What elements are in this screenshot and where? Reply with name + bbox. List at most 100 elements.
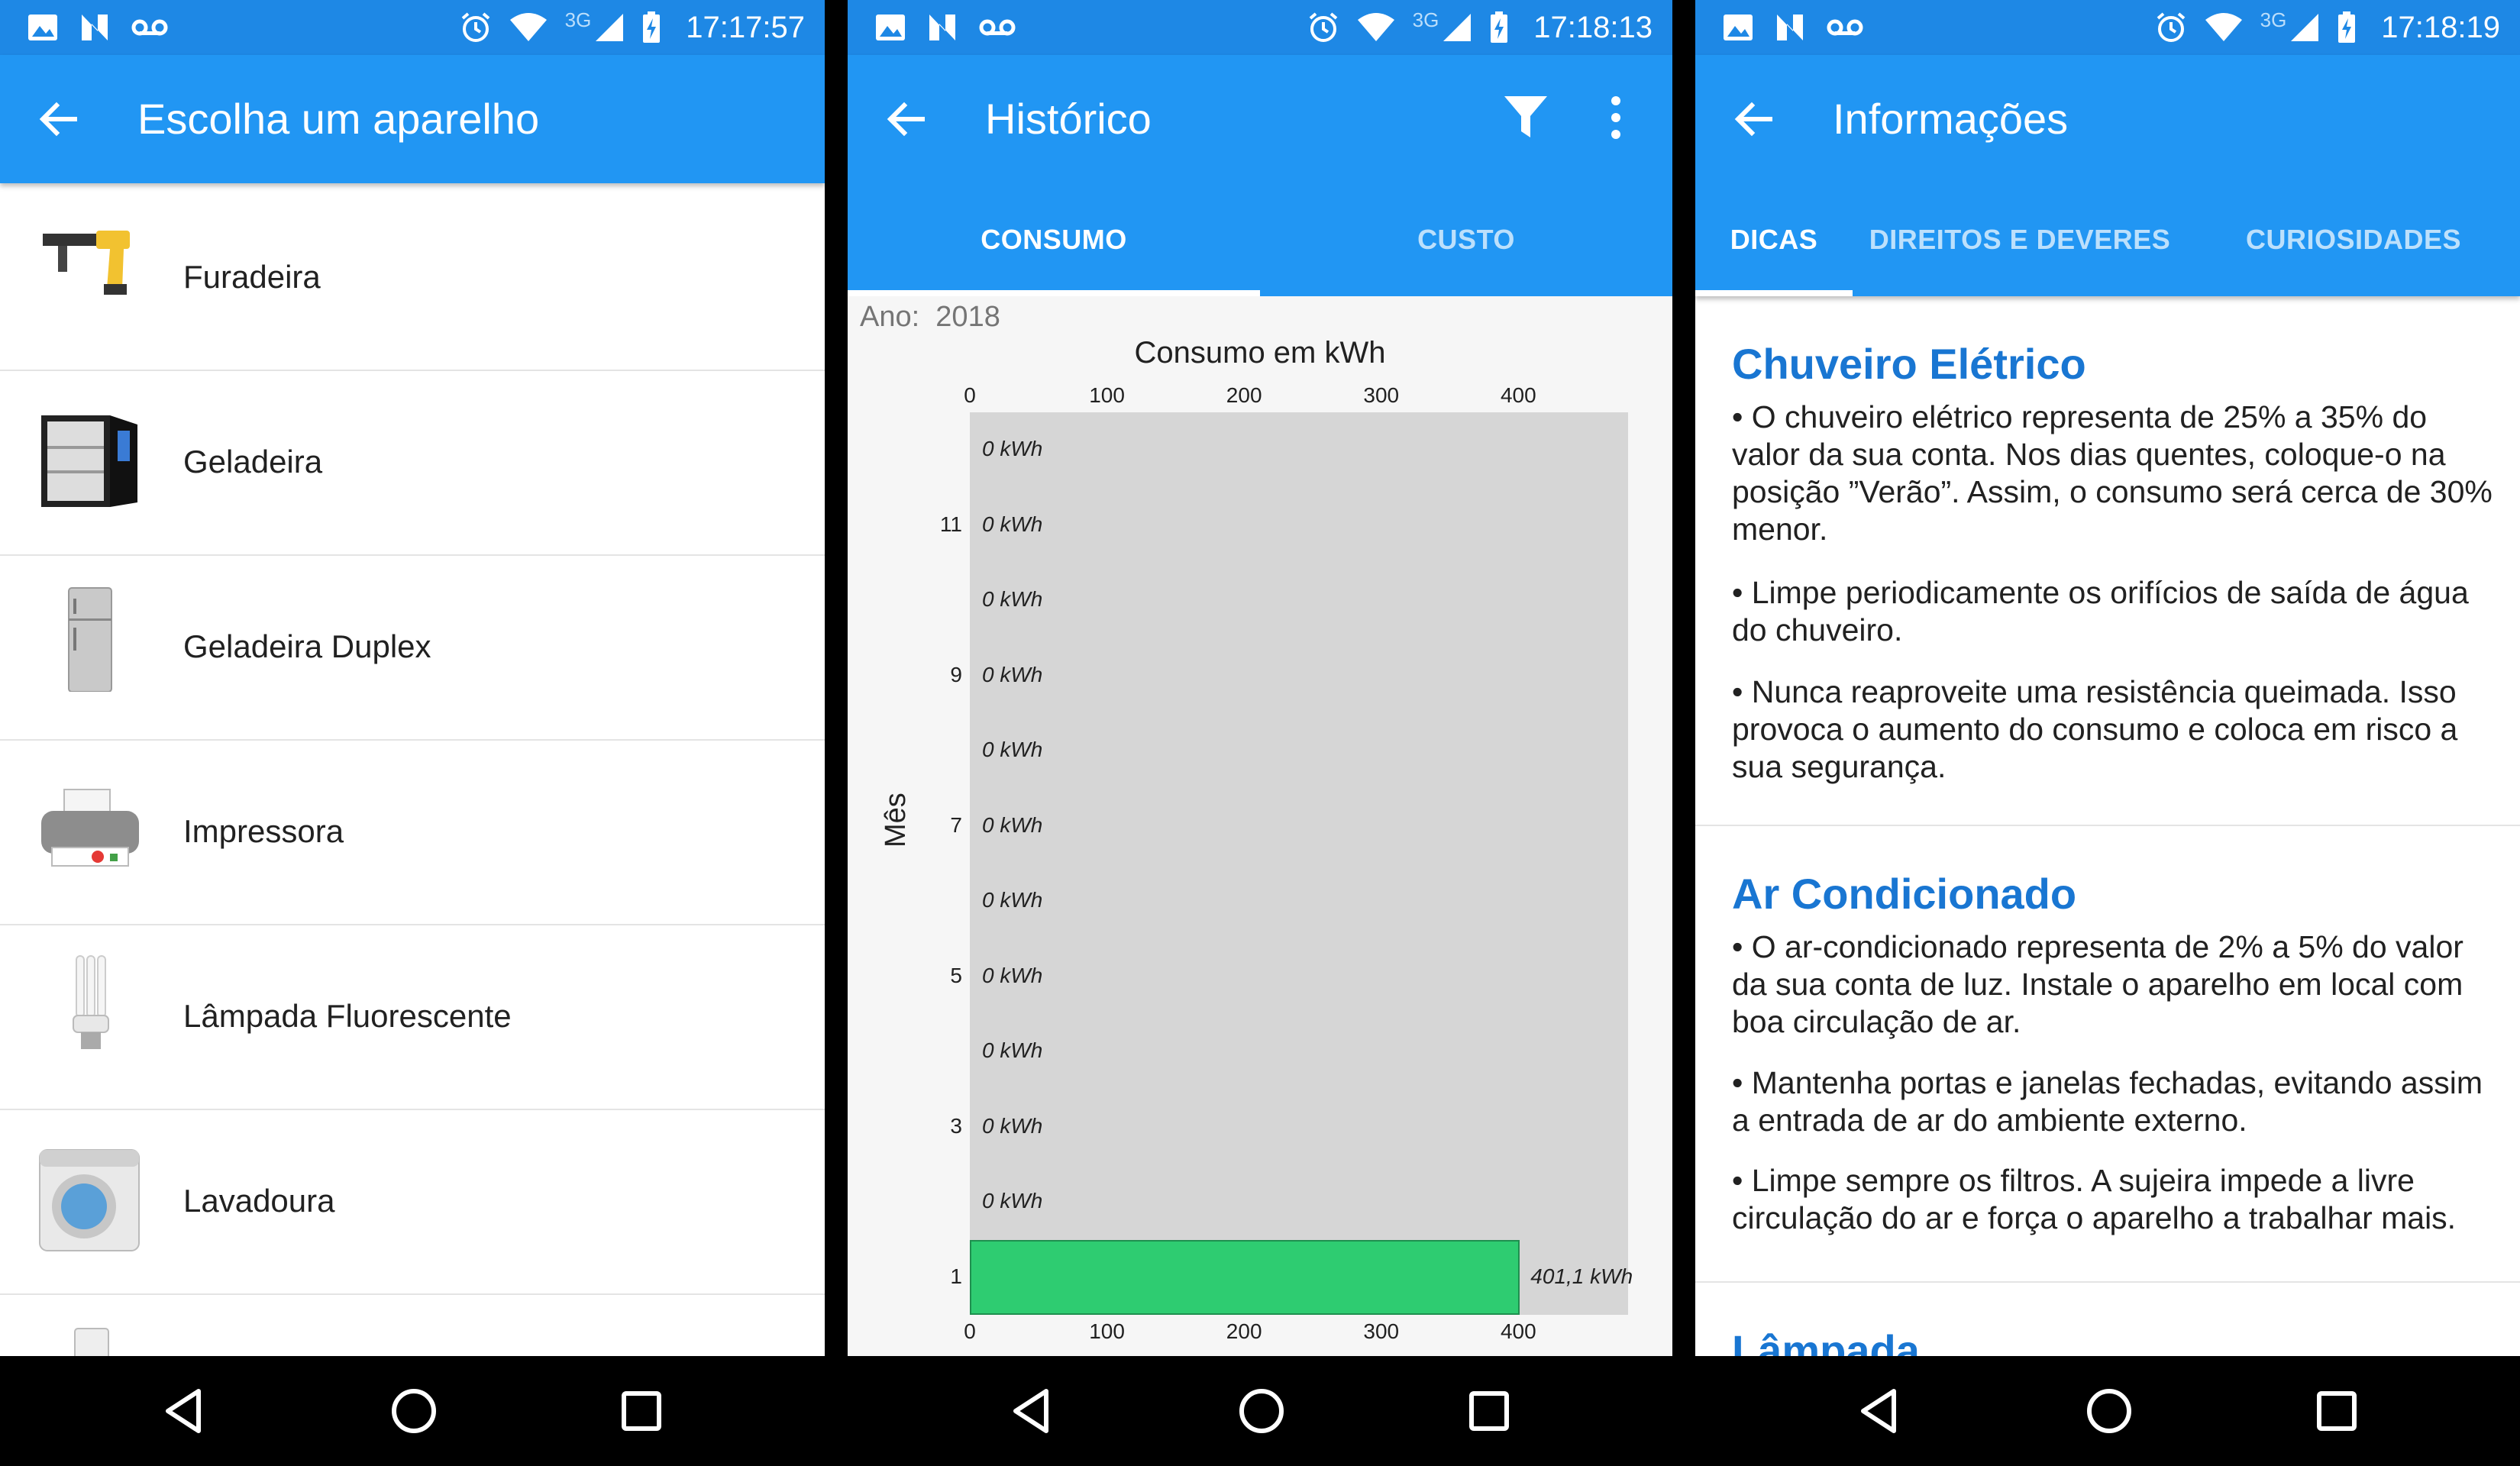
bar-value-label: 0 kWh [982,1189,1043,1213]
page-title: Escolha um aparelho [137,95,540,143]
x-tick-label-top: 200 [1226,383,1262,407]
bar-value-label: 0 kWh [982,963,1043,987]
n-icon [929,15,955,40]
x-tick-label-top: 300 [1363,383,1400,407]
item-label: Lâmpada Fluorescente [183,998,512,1034]
page-title: Informações [1833,95,2069,143]
item-label: Geladeira Duplex [183,628,431,664]
nav-home-icon[interactable] [389,1387,438,1435]
alarm-icon [461,12,489,42]
nav-back-icon[interactable] [1008,1387,1054,1435]
screen-history: 3G 17:18:13 Histórico CONSUMO CUSTO Ano:… [848,0,1672,1466]
tip-text: • O ar-condicionado representa de 2% a 5… [1732,929,2463,1039]
wifi-icon [1357,13,1394,41]
nav-recents-icon[interactable] [620,1390,663,1432]
chart-y-axis-label: Mês [880,793,912,848]
status-bar: 3G 17:18:13 [848,0,1672,55]
nav-recents-icon[interactable] [2315,1390,2358,1432]
tab-dicas[interactable]: DICAS [1695,183,1853,296]
filter-icon[interactable] [1503,93,1549,142]
network-type-label: 3G [564,8,592,31]
list-item[interactable]: Geladeira Duplex [0,554,825,741]
screen-choose-device: 3G 17:17:57 Escolha um aparelho Furadeir… [0,0,825,1466]
back-arrow-icon[interactable] [34,95,82,144]
list-item[interactable]: Lâmpada Fluorescente [0,924,825,1110]
voicemail-icon [1827,19,1863,36]
image-icon [28,15,57,40]
tab-curiosidades[interactable]: CURIOSIDADES [2187,183,2520,296]
tip-text: • Limpe periodicamente os orifícios de s… [1732,575,2469,647]
list-item[interactable]: Furadeira [0,185,825,371]
x-tick-label-top: 400 [1500,383,1536,407]
item-label: Impressora [183,813,344,849]
nav-home-icon[interactable] [2085,1387,2134,1435]
n-icon [82,15,108,40]
bar-value-label: 0 kWh [982,1038,1043,1063]
bar-value-label: 0 kWh [982,587,1043,612]
x-tick-label-top: 100 [1089,383,1125,407]
image-icon [1724,15,1753,40]
alarm-icon [2157,12,2185,42]
app-bar: Escolha um aparelho [0,55,825,183]
tip-text: • Limpe sempre os filtros. A sujeira imp… [1732,1163,2457,1235]
bar-month-1 [970,1239,1520,1315]
battery-charging-icon [1491,11,1508,43]
plot-background [970,412,1628,1315]
y-tick-label: 7 [950,812,962,837]
back-arrow-icon[interactable] [881,95,930,144]
fridge-icon [41,415,137,507]
chart-title: Consumo em kWh [1134,336,1386,370]
section-title: Ar Condicionado [1732,870,2077,918]
nav-back-icon[interactable] [160,1387,206,1435]
list-item[interactable]: Geladeira [0,370,825,556]
tip-section: Ar Condicionado • O ar-condicionado repr… [1695,826,2520,1283]
bar-value-label: 0 kWh [982,512,1043,536]
y-tick-label: 9 [950,662,962,686]
drill-icon [43,231,130,295]
status-bar: 3G 17:17:57 [0,0,825,55]
bar-value-label: 0 kWh [982,662,1043,686]
tab-custo[interactable]: CUSTO [1260,183,1672,296]
bar-value-label: 0 kWh [982,1113,1043,1138]
tip-text: • Nunca reaproveite uma resistência quei… [1732,674,2458,784]
year-label: Ano: [860,301,920,333]
screen-information: 3G 17:18:19 Informações DICAS DIREITOS E… [1695,0,2520,1466]
wifi-icon [509,13,547,41]
x-tick-label-bottom: 200 [1226,1319,1262,1343]
tip-section: Chuveiro Elétrico • O chuveiro elétrico … [1695,296,2520,826]
bar-value-label: 0 kWh [982,812,1043,837]
network-type-label: 3G [1412,8,1439,31]
tip-section-partial: Lâmpada [1695,1283,2520,1374]
nav-back-icon[interactable] [1856,1387,1901,1435]
nav-home-icon[interactable] [1237,1387,1286,1435]
tip-text: • Mantenha portas e janelas fechadas, ev… [1732,1065,2483,1138]
printer-icon [41,789,139,867]
list-item[interactable]: Impressora [0,739,825,925]
tip-text: • O chuveiro elétrico representa de 25% … [1732,399,2493,547]
tab-indicator [1695,290,1853,296]
item-label: Furadeira [183,259,321,295]
tab-indicator [848,290,1260,296]
voicemail-icon [979,19,1016,36]
system-nav-bar [848,1356,1672,1466]
clock: 17:18:13 [1533,10,1653,44]
system-nav-bar [0,1356,825,1466]
page-title: Histórico [985,95,1152,143]
alarm-icon [1309,12,1337,42]
clock: 17:18:19 [2381,10,2500,44]
year-filter[interactable]: Ano: 2018 [860,301,1000,334]
x-tick-label-bottom: 300 [1363,1319,1400,1343]
fluorescent-lamp-icon [73,955,109,1049]
list-item[interactable]: Lavadoura [0,1109,825,1295]
back-arrow-icon[interactable] [1729,95,1778,144]
x-tick-label-bottom: 400 [1500,1319,1536,1343]
tab-bar: CONSUMO CUSTO [848,183,1672,296]
bar-value-label: 0 kWh [982,888,1043,912]
tab-direitos-e-deveres[interactable]: DIREITOS E DEVERES [1853,183,2187,296]
bar-value-label: 401,1 kWh [1530,1264,1633,1288]
nav-recents-icon[interactable] [1468,1390,1510,1432]
network-type-label: 3G [2260,8,2287,31]
overflow-menu-icon[interactable] [1610,93,1622,142]
bar-value-label: 0 kWh [982,437,1043,461]
tab-consumo[interactable]: CONSUMO [848,183,1260,296]
